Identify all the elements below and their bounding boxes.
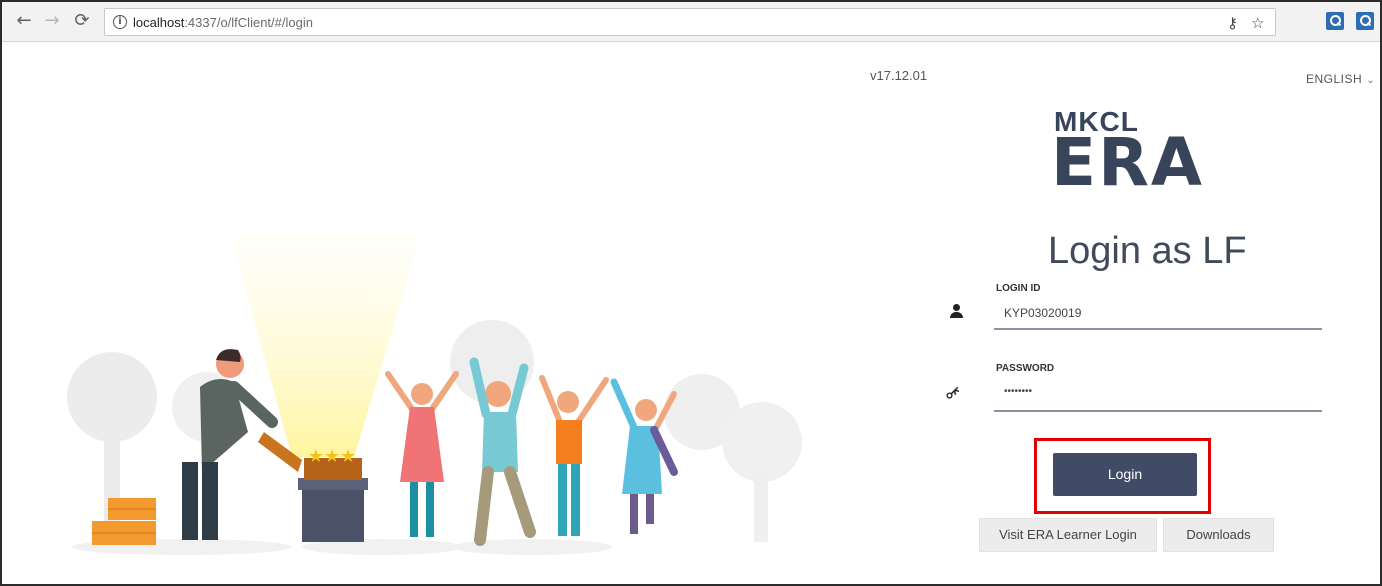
key-icon: ⚷ (940, 380, 965, 405)
browser-window: ← → ⟳ i localhost:4337/o/lfClient/#/logi… (0, 0, 1382, 586)
login-id-underline (994, 328, 1322, 330)
language-selector[interactable]: ENGLISH ⌄ (1306, 72, 1375, 86)
downloads-button[interactable]: Downloads (1163, 518, 1274, 552)
extension-search-icon[interactable] (1326, 12, 1344, 30)
login-id-input[interactable]: KYP03020019 (1004, 306, 1081, 320)
svg-text:★★★: ★★★ (308, 446, 356, 467)
user-icon (950, 304, 963, 318)
star-icon[interactable]: ☆ (1251, 14, 1264, 32)
extension-search-icon-2[interactable] (1356, 12, 1374, 30)
password-input[interactable]: •••••••• (1004, 386, 1032, 397)
password-underline (994, 410, 1322, 412)
language-label[interactable]: ENGLISH (1306, 72, 1362, 86)
page-title: Login as LF (1048, 230, 1247, 272)
login-id-label: LOGIN ID (996, 283, 1041, 294)
password-label: PASSWORD (996, 363, 1055, 374)
logo-era-text: ERA (1051, 124, 1204, 201)
login-button[interactable]: Login (1053, 453, 1197, 496)
celebration-illustration: ★★★ (67, 232, 802, 555)
learner-login-button[interactable]: Visit ERA Learner Login (979, 518, 1157, 552)
chevron-down-icon[interactable]: ⌄ (1366, 75, 1375, 86)
version-label: v17.12.01 (870, 68, 928, 83)
key-icon[interactable]: ⚷ (1227, 14, 1238, 32)
